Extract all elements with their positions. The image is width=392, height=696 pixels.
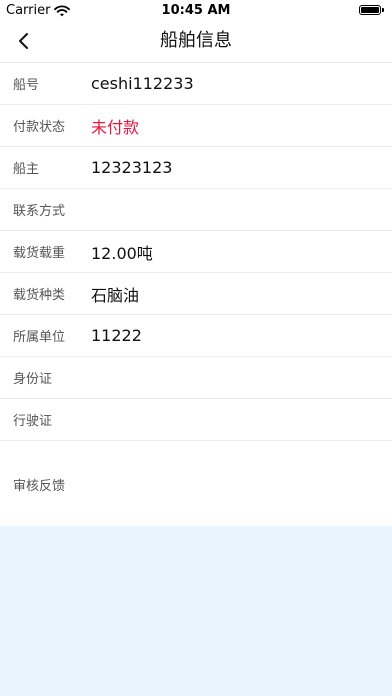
- back-button[interactable]: [6, 20, 42, 62]
- review-feedback-section: 审核反馈: [0, 441, 392, 526]
- page-title: 船舶信息: [160, 30, 232, 51]
- row-label: 联系方式: [13, 204, 66, 219]
- row-affiliated-unit: 所属单位 11222: [0, 315, 392, 357]
- row-contact: 联系方式: [0, 189, 392, 231]
- battery-icon: [359, 5, 384, 15]
- app-screen: Carrier 10:45 AM 船舶信息 船号 ceshi112233 付款状…: [0, 0, 392, 696]
- row-label: 船号: [13, 78, 40, 93]
- row-id-card: 身份证: [0, 357, 392, 399]
- ship-info-list: 船号 ceshi112233 付款状态 未付款 船主 12323123 联系方式…: [0, 63, 392, 441]
- row-label: 身份证: [13, 372, 53, 387]
- row-label: 载货载重: [13, 246, 66, 261]
- row-label: 付款状态: [13, 120, 66, 135]
- row-cargo-weight: 载货载重 12.00吨: [0, 231, 392, 273]
- chevron-left-icon: [19, 33, 28, 49]
- row-driving-license: 行驶证: [0, 399, 392, 441]
- row-value: 12323123: [91, 158, 173, 177]
- row-value: 石脑油: [91, 285, 140, 305]
- row-ship-number: 船号 ceshi112233: [0, 63, 392, 105]
- row-label: 载货种类: [13, 288, 66, 303]
- payment-status-value: 未付款: [91, 117, 140, 137]
- row-label: 所属单位: [13, 330, 66, 345]
- row-label: 行驶证: [13, 414, 53, 429]
- row-label: 船主: [13, 162, 40, 177]
- top-area: Carrier 10:45 AM 船舶信息: [0, 0, 392, 63]
- row-value: 12.00吨: [91, 243, 153, 263]
- status-time: 10:45 AM: [161, 3, 231, 18]
- review-feedback-label: 审核反馈: [13, 479, 66, 494]
- nav-bar: 船舶信息: [0, 20, 392, 63]
- row-cargo-type: 载货种类 石脑油: [0, 273, 392, 315]
- row-payment-status: 付款状态 未付款: [0, 105, 392, 147]
- row-ship-owner: 船主 12323123: [0, 147, 392, 189]
- row-value: 11222: [91, 326, 142, 345]
- row-value: ceshi112233: [91, 74, 194, 93]
- status-bar: Carrier 10:45 AM: [0, 0, 392, 20]
